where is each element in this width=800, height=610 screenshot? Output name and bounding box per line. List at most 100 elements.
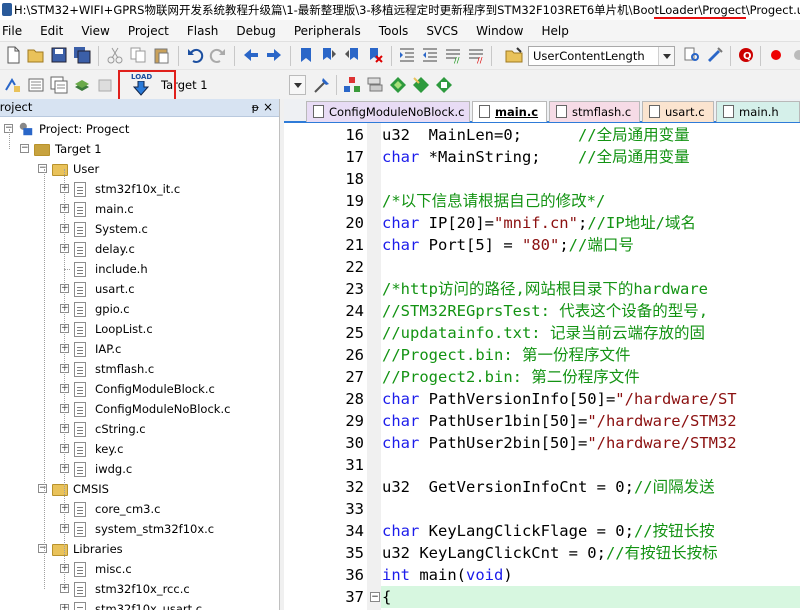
open-folder-icon[interactable] — [27, 46, 45, 64]
find-combo[interactable]: UserContentLength — [528, 46, 675, 66]
target-select[interactable] — [289, 75, 306, 95]
breakpoint-icon[interactable] — [767, 46, 785, 64]
menu-project[interactable]: Project — [119, 24, 178, 38]
code-editor[interactable]: 16 u32 MainLen=0; //全局通用变量 17 char *MainStr… — [284, 123, 800, 610]
clear-bookmarks-icon[interactable] — [366, 46, 384, 64]
file-icon — [313, 105, 324, 118]
tree-target[interactable]: − Target 1 — [0, 139, 279, 159]
tree-root[interactable]: − Project: Progect — [0, 119, 279, 139]
paste-icon[interactable] — [152, 46, 170, 64]
expand-toggle-icon[interactable]: − — [38, 544, 47, 553]
tree-file-item[interactable]: + misc.c — [0, 559, 279, 579]
uncomment-icon[interactable]: // — [467, 46, 485, 64]
redo-icon[interactable] — [209, 46, 227, 64]
fold-toggle-icon[interactable]: − — [370, 592, 380, 602]
expand-toggle-icon[interactable]: + — [60, 604, 69, 610]
comment-icon[interactable]: // — [444, 46, 462, 64]
bookmark-icon[interactable] — [297, 46, 315, 64]
tree-file-item[interactable]: + ConfigModuleBlock.c — [0, 379, 279, 399]
chevron-down-icon[interactable] — [658, 47, 674, 65]
tree-group-item[interactable]: − User — [0, 159, 279, 179]
tree-file-item[interactable]: + usart.c — [0, 279, 279, 299]
tree-group-item[interactable]: − Libraries — [0, 539, 279, 559]
tree-file-item[interactable]: + cString.c — [0, 419, 279, 439]
indent-icon[interactable] — [398, 46, 416, 64]
find-in-files-icon[interactable] — [505, 46, 523, 64]
unindent-icon[interactable] — [421, 46, 439, 64]
tree-file-item[interactable]: + core_cm3.c — [0, 499, 279, 519]
prev-bookmark-icon[interactable] — [320, 46, 338, 64]
navigate-back-icon[interactable] — [242, 46, 260, 64]
pack-installer-icon[interactable] — [412, 76, 430, 94]
save-all-icon[interactable] — [73, 46, 91, 64]
pin-icon[interactable]: ᵽ — [252, 99, 259, 116]
tree-file-item[interactable]: + stm32f10x_usart.c — [0, 599, 279, 610]
menu-file[interactable]: File — [0, 24, 31, 38]
debug-session-icon[interactable]: Q — [737, 46, 755, 64]
tree-file-item[interactable]: + main.c — [0, 199, 279, 219]
stop-build-icon[interactable] — [96, 76, 114, 94]
next-bookmark-icon[interactable] — [343, 46, 361, 64]
menu-tools[interactable]: Tools — [370, 24, 418, 38]
save-icon[interactable] — [50, 46, 68, 64]
menu-window[interactable]: Window — [467, 24, 532, 38]
translate-icon[interactable] — [4, 76, 22, 94]
rebuild-icon[interactable] — [50, 76, 68, 94]
menu-debug[interactable]: Debug — [227, 24, 284, 38]
tree-file-item[interactable]: + LoopList.c — [0, 319, 279, 339]
toolbar-separator — [178, 46, 179, 66]
tree-file-item[interactable]: + stm32f10x_it.c — [0, 179, 279, 199]
run-time-environment-icon[interactable] — [435, 76, 453, 94]
tree-group-item[interactable]: − CMSIS — [0, 479, 279, 499]
cut-icon[interactable] — [106, 46, 124, 64]
tab-configmodulenoblock-c[interactable]: ConfigModuleNoBlock.c — [306, 101, 470, 122]
tree-file-item[interactable]: + gpio.c — [0, 299, 279, 319]
tree-file-item[interactable]: + System.c — [0, 219, 279, 239]
new-file-icon[interactable] — [4, 46, 22, 64]
copy-icon[interactable] — [129, 46, 147, 64]
file-extensions-icon[interactable] — [366, 76, 384, 94]
find-icon[interactable] — [683, 46, 701, 64]
menu-view[interactable]: View — [72, 24, 118, 38]
tab-main-h[interactable]: main.h — [716, 101, 800, 122]
expand-toggle-icon[interactable]: − — [38, 164, 47, 173]
breakpoint-toggle-icon[interactable] — [790, 46, 800, 64]
target-options-icon[interactable] — [313, 76, 331, 94]
tab-main-c[interactable]: main.c — [472, 101, 547, 122]
tree-file-item[interactable]: + ConfigModuleNoBlock.c — [0, 399, 279, 419]
incremental-find-icon[interactable] — [706, 46, 724, 64]
menu-svcs[interactable]: SVCS — [417, 24, 467, 38]
tree-file-item[interactable]: + IAP.c — [0, 339, 279, 359]
expand-toggle-icon[interactable]: − — [20, 144, 29, 153]
line-number: 22 — [345, 258, 364, 276]
batch-build-icon[interactable] — [73, 76, 91, 94]
tree-file-item[interactable]: + key.c — [0, 439, 279, 459]
c-file-icon — [74, 282, 86, 297]
tab-usart-c[interactable]: usart.c — [642, 101, 714, 122]
toolbar-separator — [491, 46, 492, 66]
window-title: H:\STM32+WIFI+GPRS物联网开发系统教程升级篇\1-最新整理版\3… — [14, 2, 800, 18]
file-label: stmflash.c — [95, 362, 155, 376]
menu-help[interactable]: Help — [532, 24, 577, 38]
file-label: gpio.c — [95, 302, 130, 316]
menu-peripherals[interactable]: Peripherals — [285, 24, 370, 38]
select-packs-icon[interactable] — [389, 76, 407, 94]
close-icon[interactable]: × — [263, 99, 273, 116]
tree-file-item[interactable]: + iwdg.c — [0, 459, 279, 479]
manage-components-icon[interactable] — [343, 76, 361, 94]
tab-stmflash-c[interactable]: stmflash.c — [549, 101, 640, 122]
build-icon[interactable] — [27, 76, 45, 94]
tree-file-item[interactable]: + stm32f10x_rcc.c — [0, 579, 279, 599]
menu-edit[interactable]: Edit — [31, 24, 72, 38]
expand-toggle-icon[interactable]: − — [38, 484, 47, 493]
tree-file-item[interactable]: + delay.c — [0, 239, 279, 259]
tree-file-item[interactable]: + system_stm32f10x.c — [0, 519, 279, 539]
chevron-down-icon[interactable] — [290, 76, 305, 94]
toolbar-separator — [391, 46, 392, 66]
undo-icon[interactable] — [186, 46, 204, 64]
tree-file-item[interactable]: include.h — [0, 259, 279, 279]
navigate-forward-icon[interactable] — [265, 46, 283, 64]
menu-flash[interactable]: Flash — [178, 24, 227, 38]
code-line: 25 //updatainfo.txt: 记录当前云端存放的固 — [284, 322, 800, 344]
tree-file-item[interactable]: + stmflash.c — [0, 359, 279, 379]
